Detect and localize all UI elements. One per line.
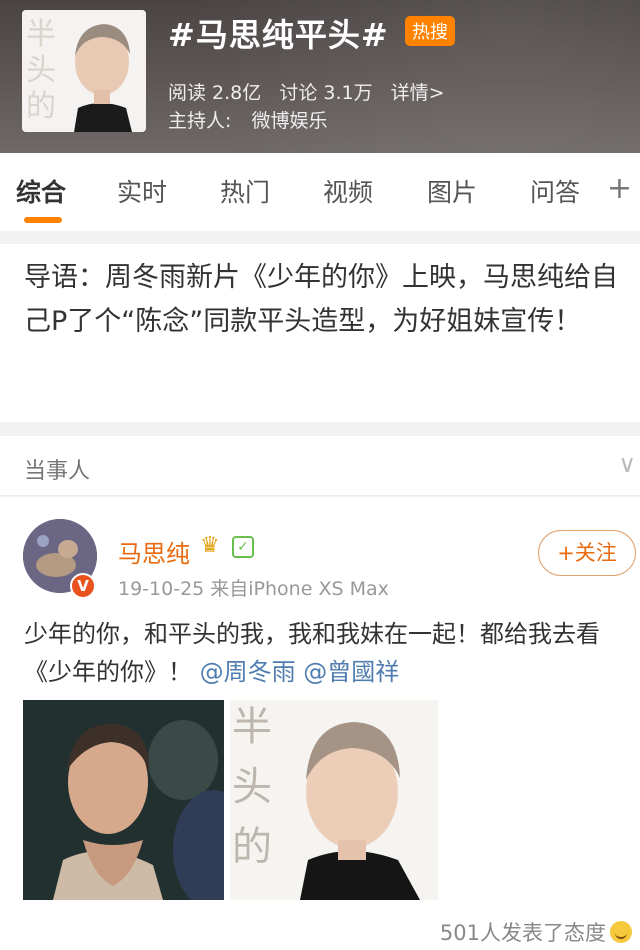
tab-video[interactable]: 视频 [323, 173, 373, 209]
participants-title: 当事人 [24, 459, 91, 484]
photo-right-image: 半 头 的 [230, 700, 438, 900]
active-tab-indicator [24, 217, 62, 223]
cover-char-3: 的 [26, 89, 56, 124]
details-link[interactable]: 详情> [391, 82, 445, 104]
photo-left-image [23, 700, 224, 900]
post-text: 少年的你，和平头的我，我和我妹在一起！都给我去看《少年的你》！ @周冬雨 @曾國… [24, 615, 624, 691]
follow-button[interactable]: +关注 [538, 530, 636, 576]
verified-badge-icon: V [70, 573, 96, 599]
discuss-count: 讨论 3.1万 [279, 82, 373, 104]
photo-overlay-char-3: 的 [232, 824, 272, 870]
chevron-down-icon[interactable]: ∨ [618, 450, 636, 478]
lead-text: 导语：周冬雨新片《少年的你》上映，马思纯给自己P了个“陈念”同款平头造型，为好姐… [24, 262, 618, 337]
topic-cover-image[interactable]: 半 头 的 [22, 10, 146, 132]
topic-stats: 阅读 2.8亿 讨论 3.1万 详情> [168, 78, 457, 105]
tab-images[interactable]: 图片 [427, 173, 477, 209]
tab-bar: 综合 实时 热门 视频 图片 问答 + [0, 153, 640, 231]
topic-title: #马思纯平头# [168, 16, 389, 54]
reactions-count: 501人发表了态度 [439, 921, 606, 945]
photo-overlay-char-2: 头 [232, 764, 272, 810]
tab-hot[interactable]: 热门 [220, 173, 270, 209]
read-count: 阅读 2.8亿 [168, 82, 262, 104]
tab-qa[interactable]: 问答 [530, 173, 580, 209]
host-label: 主持人: [168, 110, 232, 132]
mention-link[interactable]: @周冬雨 [200, 658, 296, 686]
mention-link[interactable]: @曾國祥 [303, 658, 399, 686]
topic-lead-card: 导语：周冬雨新片《少年的你》上映，马思纯给自己P了个“陈念”同款平头造型，为好姐… [0, 244, 640, 422]
crown-icon: ♛ [200, 533, 220, 558]
tab-overview[interactable]: 综合 [16, 173, 66, 209]
participants-section-header[interactable]: 当事人 ∨ [0, 436, 640, 496]
member-badge-icon: ✓ [232, 536, 254, 558]
tab-realtime[interactable]: 实时 [117, 173, 167, 209]
host-name[interactable]: 微博娱乐 [251, 110, 327, 132]
post-photo-left[interactable] [23, 700, 224, 900]
cover-char-2: 头 [26, 53, 56, 88]
topic-header: 半 头 的 #马思纯平头# 热搜 阅读 2.8亿 讨论 3.1万 详情> 主持人… [0, 0, 640, 153]
hot-search-badge: 热搜 [405, 16, 455, 46]
photo-overlay-char-1: 半 [232, 704, 272, 750]
topic-host: 主持人: 微博娱乐 [168, 106, 327, 133]
more-tabs-icon[interactable]: + [607, 171, 632, 206]
reactions-summary[interactable]: 501人发表了态度 [440, 917, 632, 947]
cover-portrait: 半 头 的 [22, 10, 146, 132]
post-meta: 19-10-25 来自iPhone XS Max [118, 578, 389, 600]
smile-emoji-icon [610, 921, 632, 943]
cover-char-1: 半 [26, 17, 56, 52]
post-photo-right[interactable]: 半 头 的 [230, 700, 438, 900]
post-username[interactable]: 马思纯 [118, 534, 190, 569]
weibo-post: V 马思纯 ♛ ✓ +关注 19-10-25 来自iPhone XS Max 少… [0, 497, 640, 950]
